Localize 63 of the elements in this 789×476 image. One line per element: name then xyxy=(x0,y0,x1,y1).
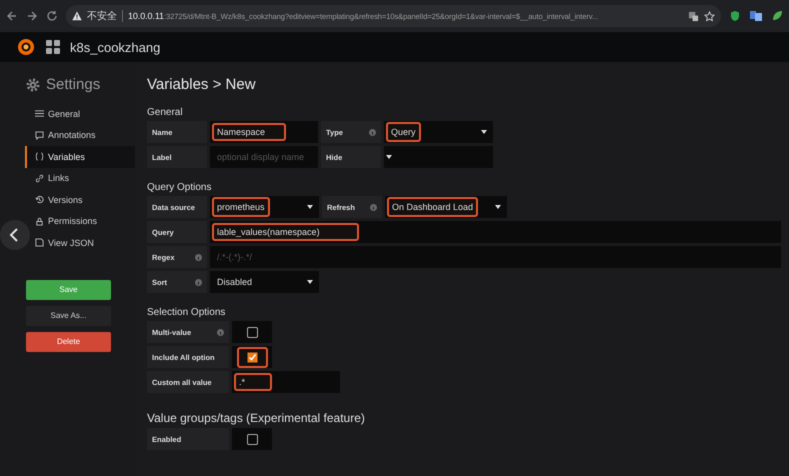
dropdown[interactable]: Query xyxy=(384,121,493,143)
forward-icon[interactable] xyxy=(26,10,38,22)
grafana-logo-icon[interactable] xyxy=(16,37,36,57)
sidebar-item[interactable]: View JSON xyxy=(31,232,135,254)
comment-icon xyxy=(35,130,44,140)
caret-icon xyxy=(386,155,392,159)
section-heading: Value groups/tags (Experimental feature) xyxy=(147,411,366,425)
save-as-button[interactable]: Save As... xyxy=(26,306,111,326)
caret-icon xyxy=(495,205,501,209)
settings-title: Settings xyxy=(46,76,100,93)
info-icon xyxy=(195,278,202,286)
info-icon xyxy=(369,128,376,136)
section-heading: General xyxy=(147,107,184,118)
sidebar-item[interactable]: Links xyxy=(31,168,135,189)
dashboard-grid-icon[interactable] xyxy=(46,40,60,54)
checkmark-icon xyxy=(246,352,258,362)
collapse-sidebar-button[interactable] xyxy=(0,220,30,250)
selected-value: On Dashboard Load xyxy=(387,197,478,217)
dropdown[interactable]: On Dashboard Load xyxy=(385,196,507,218)
info-icon xyxy=(195,254,202,260)
lock-icon xyxy=(35,216,44,226)
dashboard-title[interactable]: k8s_cookzhang xyxy=(70,40,160,54)
page-title: Variables > New xyxy=(147,76,257,93)
document-icon xyxy=(35,238,44,248)
sidebar-item[interactable]: General xyxy=(31,103,135,124)
back-icon[interactable] xyxy=(6,10,18,22)
braces-icon xyxy=(35,152,44,162)
info-icon xyxy=(217,328,224,336)
history-icon xyxy=(35,195,44,204)
reload-icon[interactable] xyxy=(46,10,58,22)
extension-icon[interactable] xyxy=(749,10,763,22)
selected-value: prometheus xyxy=(212,197,270,217)
link-icon xyxy=(35,174,44,183)
dropdown[interactable]: prometheus xyxy=(210,196,319,218)
selected-value: Disabled xyxy=(216,276,254,289)
sliders-icon xyxy=(35,109,44,118)
caret-icon xyxy=(307,205,313,209)
selected-value: Query xyxy=(386,122,421,142)
sidebar-item[interactable]: Versions xyxy=(31,189,135,210)
caret-icon xyxy=(481,130,487,134)
text-input[interactable]: .* xyxy=(234,373,272,391)
star-icon[interactable] xyxy=(704,10,715,22)
shield-extension-icon[interactable] xyxy=(729,10,741,22)
text-input[interactable]: Namespace xyxy=(212,123,286,141)
sidebar-item[interactable]: Annotations xyxy=(31,124,135,146)
warning-icon xyxy=(72,11,82,21)
section-heading: Selection Options xyxy=(147,307,226,318)
translate-icon[interactable] xyxy=(688,10,699,22)
info-icon xyxy=(370,204,377,210)
caret-icon xyxy=(307,280,313,284)
sidebar-item[interactable]: Variables xyxy=(25,146,135,168)
delete-button[interactable]: Delete xyxy=(26,332,111,352)
dropdown[interactable]: Disabled xyxy=(210,271,319,293)
gear-icon xyxy=(26,78,40,92)
sidebar-item[interactable]: Permissions xyxy=(31,210,135,232)
section-heading: Query Options xyxy=(147,182,212,193)
text-input[interactable]: lable_values(namespace) xyxy=(212,223,359,241)
checkbox[interactable] xyxy=(236,346,268,368)
leaf-extension-icon[interactable] xyxy=(771,10,783,22)
security-label: 不安全 xyxy=(87,10,117,23)
input-field[interactable]: .* xyxy=(232,371,340,393)
input-field[interactable]: lable_values(namespace) xyxy=(210,221,781,243)
input-field[interactable]: Namespace xyxy=(210,121,318,143)
